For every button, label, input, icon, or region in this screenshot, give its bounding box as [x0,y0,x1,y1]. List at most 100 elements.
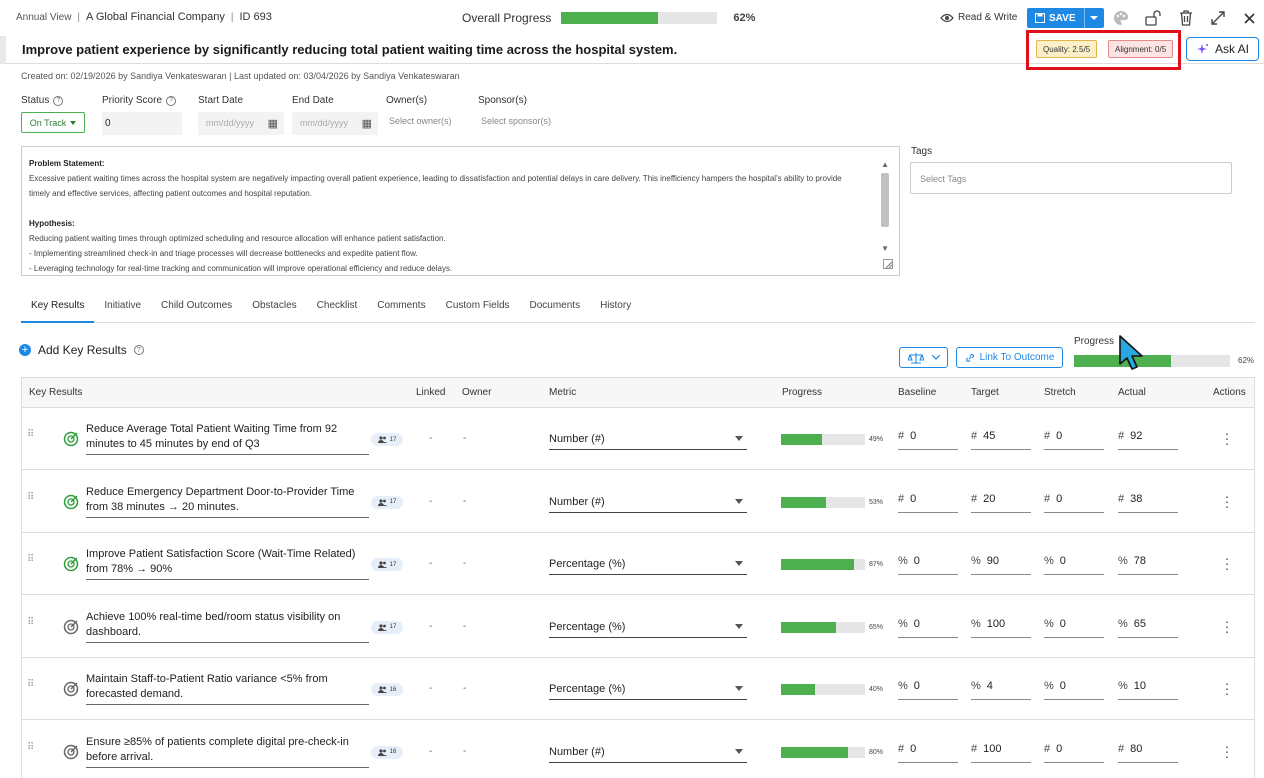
kebab-menu-icon[interactable]: · · · [1224,489,1230,513]
metric-select[interactable]: Percentage (%) [549,618,747,638]
metric-select[interactable]: Number (#) [549,493,747,513]
key-result-text[interactable]: Improve Patient Satisfaction Score (Wait… [86,547,369,580]
close-button[interactable] [1240,9,1258,27]
save-dropdown-button[interactable] [1083,8,1104,28]
key-result-text[interactable]: Maintain Staff-to-Patient Ratio variance… [86,672,369,705]
link-to-outcome-button[interactable]: Link To Outcome [956,347,1063,368]
target-input[interactable]: #100 [971,741,1031,763]
page-title[interactable]: Improve patient experience by significan… [22,42,677,57]
metric-select[interactable]: Number (#) [549,743,747,763]
baseline-input[interactable]: #0 [898,491,958,513]
linked-count-chip[interactable]: 17 [371,495,403,509]
actual-input[interactable]: #92 [1118,428,1178,450]
target-input[interactable]: % 100 [971,616,1031,638]
baseline-input[interactable]: #0 [898,741,958,763]
stretch-input[interactable]: #0 [1044,428,1104,450]
kebab-menu-icon[interactable]: · · · [1224,614,1230,638]
tab-initiative[interactable]: Initiative [94,293,151,323]
scroll-down-arrow[interactable]: ▼ [881,241,889,256]
actual-input[interactable]: #38 [1118,491,1178,513]
drag-handle-icon[interactable]: ⠿ [27,680,35,695]
metric-select[interactable]: Number (#) [549,430,747,450]
target-input[interactable]: % 90 [971,553,1031,575]
tab-documents[interactable]: Documents [520,293,591,323]
ask-ai-button[interactable]: Ask AI [1186,37,1259,61]
stretch-input[interactable]: #0 [1044,741,1104,763]
status-dropdown[interactable]: On Track [21,112,85,133]
start-date-input[interactable]: mm/dd/yyyy ▦ [198,112,284,135]
tab-key-results[interactable]: Key Results [21,293,95,323]
kebab-menu-icon[interactable]: · · · [1224,426,1230,450]
kebab-menu-icon[interactable]: · · · [1224,551,1230,575]
baseline-input[interactable]: % 0 [898,678,958,700]
tags-select[interactable]: Select Tags [910,162,1232,194]
priority-score-input[interactable]: 0 [102,112,182,135]
calendar-icon[interactable]: ▦ [362,117,372,130]
stretch-input[interactable]: #0 [1044,491,1104,513]
key-result-text[interactable]: Achieve 100% real-time bed/room status v… [86,610,369,643]
resize-handle-icon[interactable] [883,259,893,269]
kebab-menu-icon[interactable]: · · · [1224,739,1230,763]
drag-handle-icon[interactable]: ⠿ [27,492,35,508]
tab-obstacles[interactable]: Obstacles [242,293,306,323]
owner-value[interactable]: - [463,558,466,569]
actual-input[interactable]: % 10 [1118,678,1178,700]
help-icon[interactable]: ? [53,95,64,106]
target-input[interactable]: #45 [971,428,1031,450]
calendar-icon[interactable]: ▦ [268,117,278,130]
metric-select[interactable]: Percentage (%) [549,680,747,700]
save-button[interactable]: SAVE [1027,8,1084,28]
tab-comments[interactable]: Comments [367,293,435,323]
delete-button[interactable] [1177,9,1195,27]
stretch-input[interactable]: % 0 [1044,616,1104,638]
lock-button[interactable] [1145,9,1163,27]
linked-count-chip[interactable]: 17 [371,433,403,446]
palette-button[interactable] [1112,9,1130,27]
baseline-input[interactable]: % 0 [898,553,958,575]
weighting-dropdown[interactable] [899,347,948,368]
read-write-toggle[interactable]: Read & Write [940,12,1017,23]
metric-select[interactable]: Percentage (%) [549,555,747,575]
help-icon[interactable]: ? [133,345,144,355]
linked-count-chip[interactable]: 16 [371,745,403,759]
tab-child-outcomes[interactable]: Child Outcomes [151,293,242,323]
sponsor-select[interactable]: Select sponsor(s) [481,116,551,126]
linked-count-chip[interactable]: 17 [371,620,403,634]
owner-value[interactable]: - [463,683,466,694]
key-result-text[interactable]: Ensure ≥85% of patients complete digital… [86,735,369,768]
actual-input[interactable]: % 65 [1118,616,1178,638]
drag-handle-icon[interactable]: ⠿ [27,617,35,633]
scroll-up-arrow[interactable]: ▲ [881,157,889,172]
linked-count-chip[interactable]: 16 [371,683,403,696]
kebab-menu-icon[interactable]: · · · [1224,676,1230,700]
linked-count-chip[interactable]: 17 [371,558,403,571]
tab-history[interactable]: History [590,293,641,323]
actual-input[interactable]: #80 [1118,741,1178,763]
baseline-input[interactable]: % 0 [898,616,958,638]
owner-value[interactable]: - [463,433,466,444]
target-input[interactable]: % 4 [971,678,1031,700]
help-icon[interactable]: ? [166,95,177,106]
key-result-text[interactable]: Reduce Average Total Patient Waiting Tim… [86,422,369,455]
add-key-results-button[interactable]: + Add Key Results ? [19,343,144,357]
owner-value[interactable]: - [463,746,466,757]
stretch-input[interactable]: % 0 [1044,678,1104,700]
tab-checklist[interactable]: Checklist [307,293,368,323]
baseline-input[interactable]: #0 [898,428,958,450]
expand-button[interactable] [1209,9,1227,27]
end-date-input[interactable]: mm/dd/yyyy ▦ [292,112,378,135]
scrollbar-thumb[interactable] [881,173,889,227]
drag-handle-icon[interactable]: ⠿ [27,555,35,570]
problem-statement-editor[interactable]: Problem Statement: Excessive patient wai… [21,146,900,276]
key-result-text[interactable]: Reduce Emergency Department Door-to-Prov… [86,485,369,518]
owner-select[interactable]: Select owner(s) [389,116,452,126]
target-input[interactable]: #20 [971,491,1031,513]
drag-handle-icon[interactable]: ⠿ [27,742,35,758]
owner-value[interactable]: - [463,496,466,507]
owner-value[interactable]: - [463,621,466,632]
actual-input[interactable]: % 78 [1118,553,1178,575]
tab-custom-fields[interactable]: Custom Fields [436,293,520,323]
view-label[interactable]: Annual View [16,12,71,23]
stretch-input[interactable]: % 0 [1044,553,1104,575]
drag-handle-icon[interactable]: ⠿ [27,430,35,445]
